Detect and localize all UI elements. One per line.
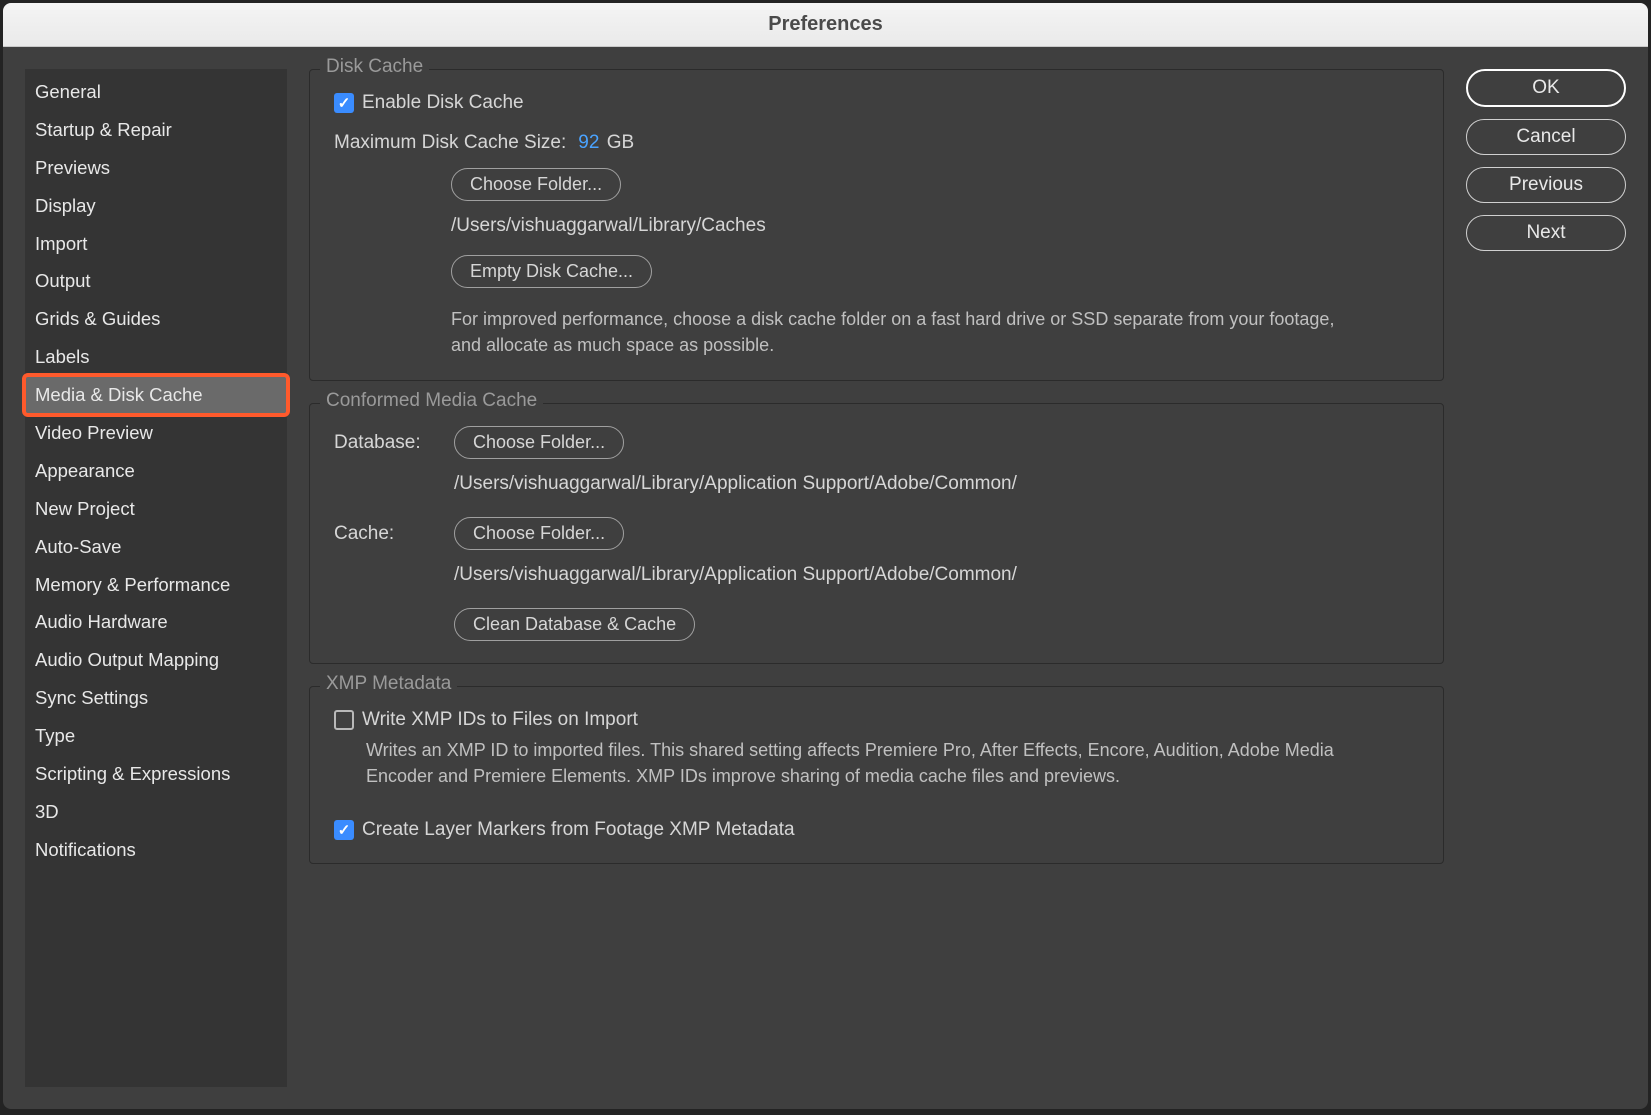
enable-disk-cache-label: Enable Disk Cache [362,92,524,114]
disk-cache-description: For improved performance, choose a disk … [451,306,1351,358]
max-cache-size-value[interactable]: 92 GB [578,132,634,154]
sidebar-item-output[interactable]: Output [25,262,287,300]
previous-button[interactable]: Previous [1466,167,1626,203]
disk-cache-folder-grid: Choose Folder... /Users/vishuaggarwal/Li… [334,168,1419,358]
create-layer-markers-row: ✓ Create Layer Markers from Footage XMP … [334,819,1419,841]
preferences-window: Preferences General Startup & Repair Pre… [3,3,1648,1109]
sidebar-item-3d[interactable]: 3D [25,793,287,831]
sidebar-item-appearance[interactable]: Appearance [25,452,287,490]
conformed-grid: Database: Choose Folder... /Users/vishua… [334,426,1419,641]
enable-disk-cache-checkbox[interactable]: ✓ [334,93,354,113]
database-choose-folder-button[interactable]: Choose Folder... [454,426,624,459]
cache-path: /Users/vishuaggarwal/Library/Application… [454,564,1419,586]
panel-legend: Disk Cache [320,56,429,78]
disk-cache-panel: Disk Cache ✓ Enable Disk Cache Maximum D… [309,69,1444,381]
sidebar-item-general[interactable]: General [25,73,287,111]
cancel-button[interactable]: Cancel [1466,119,1626,155]
xmp-metadata-panel: XMP Metadata Write XMP IDs to Files on I… [309,686,1444,864]
sidebar-item-scripting-expressions[interactable]: Scripting & Expressions [25,755,287,793]
max-cache-size-row: Maximum Disk Cache Size: 92 GB [334,132,1419,154]
titlebar: Preferences [3,3,1648,47]
sidebar: General Startup & Repair Previews Displa… [25,69,287,1087]
max-cache-size-label: Maximum Disk Cache Size: [334,132,566,154]
sidebar-item-startup-repair[interactable]: Startup & Repair [25,111,287,149]
write-xmp-description: Writes an XMP ID to imported files. This… [366,737,1396,789]
conformed-media-cache-panel: Conformed Media Cache Database: Choose F… [309,403,1444,664]
cache-label: Cache: [334,523,444,545]
window-title: Preferences [768,13,883,36]
next-button[interactable]: Next [1466,215,1626,251]
empty-disk-cache-button[interactable]: Empty Disk Cache... [451,255,652,288]
cache-choose-folder-button[interactable]: Choose Folder... [454,517,624,550]
sidebar-item-media-disk-cache[interactable]: Media & Disk Cache [25,376,287,414]
dialog-body: General Startup & Repair Previews Displa… [3,47,1648,1109]
sidebar-item-display[interactable]: Display [25,187,287,225]
sidebar-item-type[interactable]: Type [25,717,287,755]
sidebar-item-previews[interactable]: Previews [25,149,287,187]
enable-disk-cache-row: ✓ Enable Disk Cache [334,92,1419,114]
choose-folder-button[interactable]: Choose Folder... [451,168,621,201]
dialog-actions: OK Cancel Previous Next [1466,69,1626,1087]
check-icon: ✓ [338,823,351,838]
sidebar-item-notifications[interactable]: Notifications [25,831,287,869]
panel-legend: Conformed Media Cache [320,390,543,412]
clean-database-cache-button[interactable]: Clean Database & Cache [454,608,695,641]
sidebar-item-video-preview[interactable]: Video Preview [25,414,287,452]
sidebar-item-labels[interactable]: Labels [25,338,287,376]
sidebar-item-auto-save[interactable]: Auto-Save [25,528,287,566]
disk-cache-path: /Users/vishuaggarwal/Library/Caches [451,215,1419,237]
database-path: /Users/vishuaggarwal/Library/Application… [454,473,1419,495]
create-layer-markers-label: Create Layer Markers from Footage XMP Me… [362,819,795,841]
write-xmp-checkbox[interactable] [334,710,354,730]
sidebar-item-label: Media & Disk Cache [35,384,203,405]
sidebar-item-import[interactable]: Import [25,225,287,263]
sidebar-item-audio-hardware[interactable]: Audio Hardware [25,603,287,641]
sidebar-item-audio-output-mapping[interactable]: Audio Output Mapping [25,641,287,679]
settings-panels: Disk Cache ✓ Enable Disk Cache Maximum D… [309,69,1444,1087]
ok-button[interactable]: OK [1466,69,1626,107]
write-xmp-label: Write XMP IDs to Files on Import [362,709,638,731]
database-label: Database: [334,432,444,454]
create-layer-markers-checkbox[interactable]: ✓ [334,820,354,840]
check-icon: ✓ [338,96,351,111]
sidebar-item-memory-performance[interactable]: Memory & Performance [25,566,287,604]
main-area: Disk Cache ✓ Enable Disk Cache Maximum D… [309,69,1626,1087]
write-xmp-row: Write XMP IDs to Files on Import [334,709,1419,731]
sidebar-item-sync-settings[interactable]: Sync Settings [25,679,287,717]
sidebar-item-new-project[interactable]: New Project [25,490,287,528]
sidebar-item-grids-guides[interactable]: Grids & Guides [25,300,287,338]
panel-legend: XMP Metadata [320,673,457,695]
